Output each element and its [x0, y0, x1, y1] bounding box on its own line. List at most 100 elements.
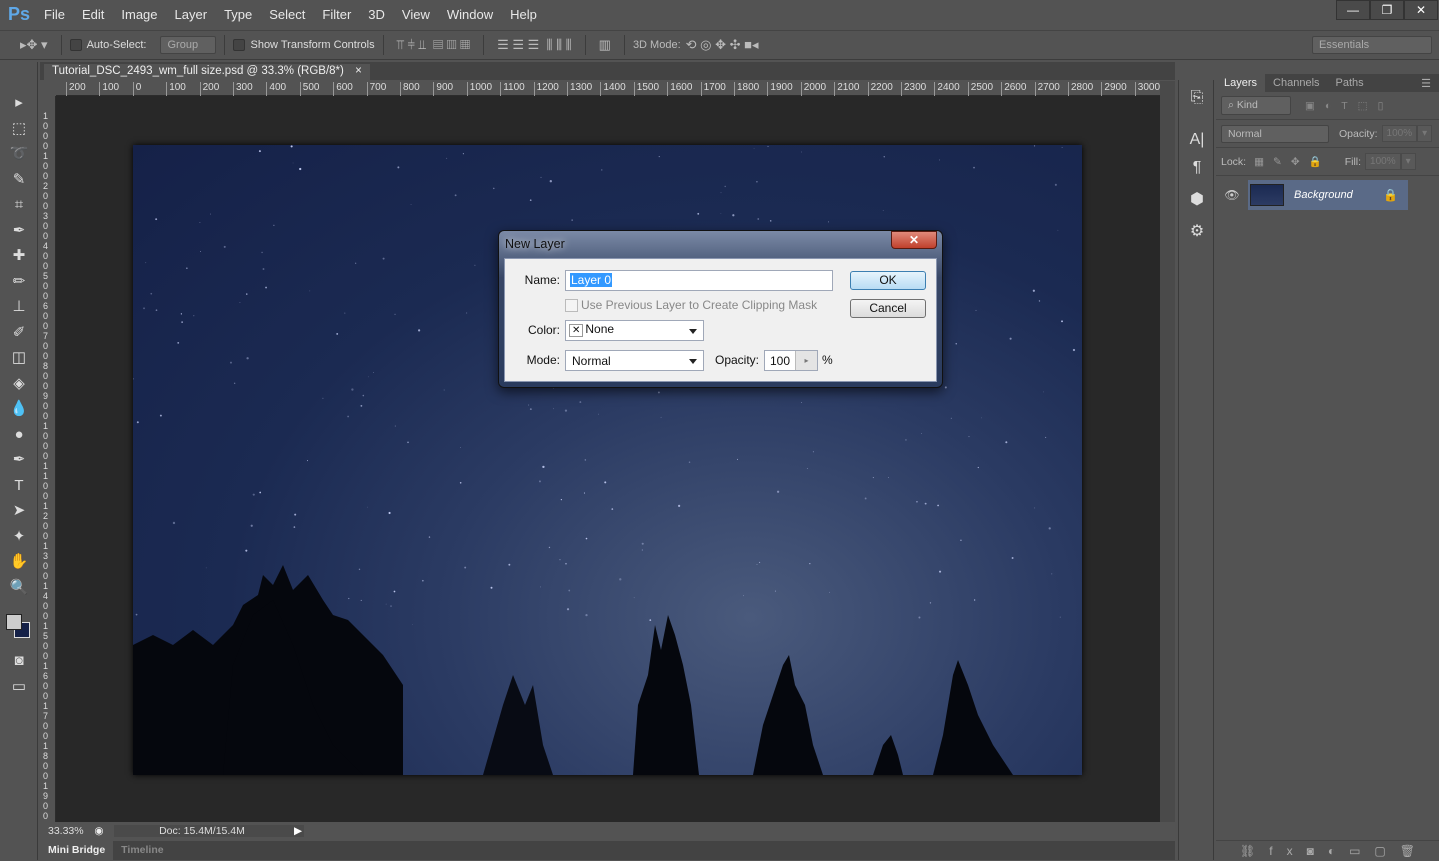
- name-input[interactable]: Layer 0: [565, 270, 833, 291]
- color-dropdown[interactable]: ✕ None: [565, 320, 704, 341]
- ruler-tick-label: 1: [43, 621, 49, 631]
- menu-help[interactable]: Help: [510, 7, 537, 22]
- mode-dropdown[interactable]: Normal: [565, 350, 704, 371]
- filter-icons[interactable]: ▣◐T⬚▯: [1305, 100, 1393, 112]
- layer-row-background[interactable]: 👁 Background 🔒: [1216, 180, 1439, 210]
- star: [828, 221, 829, 223]
- align-icons[interactable]: ⫪ ⫩ ⫫ ▤ ▥ ▦: [397, 37, 470, 53]
- menu-3d[interactable]: 3D: [368, 7, 385, 22]
- history-icon[interactable]: ⎘: [1179, 84, 1215, 112]
- star: [1072, 348, 1076, 352]
- blend-mode-dropdown[interactable]: Normal: [1221, 124, 1329, 143]
- panel-menu-icon[interactable]: ☰: [1413, 74, 1439, 92]
- menu-select[interactable]: Select: [269, 7, 305, 22]
- vertical-scrollbar[interactable]: [1160, 81, 1175, 822]
- screen-mode-icon[interactable]: ▭: [0, 674, 38, 700]
- show-transform-checkbox[interactable]: [233, 39, 246, 51]
- path-select-tool-icon[interactable]: ➤: [0, 498, 38, 524]
- hand-tool-icon[interactable]: ✋: [0, 549, 38, 575]
- opacity-field[interactable]: 100%: [1381, 125, 1418, 142]
- export-icon[interactable]: ◉: [90, 825, 108, 837]
- menu-view[interactable]: View: [402, 7, 430, 22]
- 3d-icon[interactable]: ⬢: [1179, 186, 1215, 214]
- quick-mask-icon[interactable]: ◙: [0, 648, 38, 674]
- ruler-tick-label: 2800: [1068, 82, 1093, 96]
- menu-file[interactable]: File: [44, 7, 65, 22]
- opacity-dropdown-icon[interactable]: ▾: [1417, 125, 1433, 142]
- star: [548, 546, 551, 549]
- crop-tool-icon[interactable]: ⌗: [0, 192, 38, 218]
- auto-select-dropdown[interactable]: Group: [160, 36, 217, 54]
- auto-align-icon[interactable]: ▥: [599, 37, 611, 53]
- vertical-ruler[interactable]: 1000100200300400500600700800900100011001…: [40, 96, 56, 831]
- close-window-button[interactable]: ✕: [1404, 0, 1438, 20]
- properties-icon[interactable]: ⚙: [1179, 218, 1215, 246]
- menu-edit[interactable]: Edit: [82, 7, 104, 22]
- eraser-tool-icon[interactable]: ◫: [0, 345, 38, 371]
- menu-window[interactable]: Window: [447, 7, 493, 22]
- pen-tool-icon[interactable]: ✒: [0, 447, 38, 473]
- ruler-tick-label: 2500: [967, 82, 993, 96]
- history-brush-tool-icon[interactable]: ✐: [0, 320, 38, 346]
- fill-field[interactable]: 100%: [1365, 153, 1401, 170]
- filter-kind-dropdown[interactable]: ⌕ Kind: [1221, 96, 1291, 115]
- tab-paths[interactable]: Paths: [1328, 74, 1372, 92]
- type-tool-icon[interactable]: T: [0, 473, 38, 499]
- eyedropper-tool-icon[interactable]: ✒: [0, 218, 38, 244]
- layers-footer-icons[interactable]: ⛓fx◙◐▭▢🗑: [1216, 840, 1439, 860]
- zoom-level[interactable]: 33.33%: [40, 825, 90, 837]
- shape-tool-icon[interactable]: ✦: [0, 524, 38, 550]
- ruler-tick-label: 0: [43, 491, 49, 501]
- lasso-tool-icon[interactable]: ➰: [0, 141, 38, 167]
- close-tab-icon[interactable]: ×: [355, 65, 362, 77]
- 3d-mode-icons[interactable]: ⟲ ◎ ✥ ✣ ■◂: [686, 37, 759, 53]
- paragraph-icon[interactable]: ¶: [1179, 154, 1215, 182]
- move-tool-icon[interactable]: ▸✥ ▾: [20, 37, 48, 53]
- distribute-icons[interactable]: ☰ ☰ ☰ ⫼ ⫼ ⫼: [497, 37, 572, 53]
- cancel-button[interactable]: Cancel: [850, 299, 926, 318]
- star: [292, 162, 294, 164]
- restore-button[interactable]: ❐: [1370, 0, 1404, 20]
- move-tool-icon[interactable]: ▸: [0, 90, 38, 116]
- horizontal-ruler[interactable]: 200 100 0 100 200 300 400 500 600 700 800 900 1000 11…: [56, 81, 1160, 96]
- auto-select-checkbox[interactable]: [69, 39, 82, 51]
- opacity-input[interactable]: 100 ▸: [764, 350, 818, 371]
- ruler-tick-label: 2200: [867, 82, 893, 96]
- zoom-tool-icon[interactable]: 🔍: [0, 575, 38, 601]
- tab-mini-bridge[interactable]: Mini Bridge: [40, 841, 114, 860]
- character-icon[interactable]: A|: [1179, 126, 1215, 154]
- ruler-tick-label: 8: [43, 361, 49, 371]
- star: [801, 151, 803, 153]
- status-menu-arrow-icon[interactable]: ▶: [290, 825, 304, 837]
- menu-type[interactable]: Type: [224, 7, 252, 22]
- clipping-mask-checkbox[interactable]: [565, 298, 578, 312]
- star: [528, 404, 530, 406]
- document-tab[interactable]: Tutorial_DSC_2493_wm_full size.psd @ 33.…: [44, 64, 370, 81]
- stamp-tool-icon[interactable]: ⊥: [0, 294, 38, 320]
- tab-channels[interactable]: Channels: [1265, 74, 1327, 92]
- ruler-origin[interactable]: [40, 81, 56, 96]
- brush-tool-icon[interactable]: ✏: [0, 269, 38, 295]
- minimize-button[interactable]: —: [1336, 0, 1370, 20]
- foreground-color-swatch[interactable]: [6, 614, 22, 630]
- dodge-tool-icon[interactable]: ●: [0, 422, 38, 448]
- menu-layer[interactable]: Layer: [175, 7, 208, 22]
- opacity-slider-arrow-icon[interactable]: ▸: [795, 351, 817, 370]
- clipping-mask-option[interactable]: Use Previous Layer to Create Clipping Ma…: [565, 298, 817, 312]
- tab-layers[interactable]: Layers: [1216, 74, 1266, 92]
- menu-image[interactable]: Image: [121, 7, 157, 22]
- menu-filter[interactable]: Filter: [322, 7, 351, 22]
- ok-button[interactable]: OK: [850, 271, 926, 290]
- eye-icon[interactable]: 👁: [1216, 188, 1248, 202]
- paint-bucket-tool-icon[interactable]: ◈: [0, 371, 38, 397]
- lock-icons[interactable]: ▦✎✥🔒: [1254, 155, 1331, 168]
- tab-timeline[interactable]: Timeline: [113, 841, 171, 860]
- blur-tool-icon[interactable]: 💧: [0, 396, 38, 422]
- workspace-dropdown[interactable]: Essentials: [1312, 36, 1432, 54]
- fill-dropdown-icon[interactable]: ▾: [1400, 153, 1416, 170]
- dialog-close-button[interactable]: ✕: [891, 231, 937, 249]
- marquee-tool-icon[interactable]: ⬚: [0, 116, 38, 142]
- quick-select-tool-icon[interactable]: ✎: [0, 167, 38, 193]
- healing-tool-icon[interactable]: ✚: [0, 243, 38, 269]
- star: [262, 268, 265, 270]
